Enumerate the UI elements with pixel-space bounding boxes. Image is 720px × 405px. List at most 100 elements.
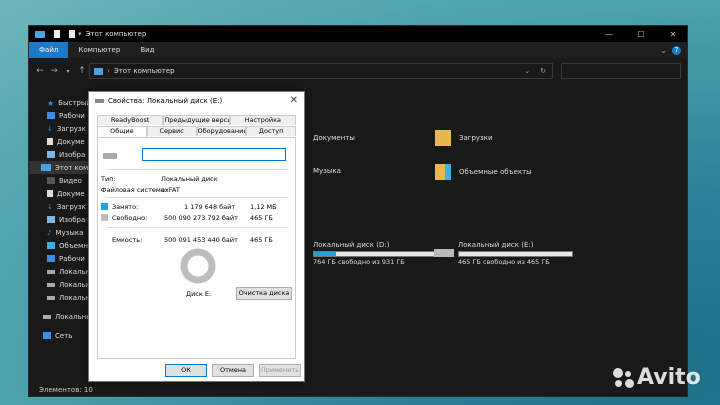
address-dropdown-icon[interactable]: ⌄ xyxy=(524,67,530,75)
drive-icon xyxy=(95,99,104,103)
tab-file[interactable]: Файл xyxy=(29,42,69,58)
folder-downloads[interactable]: Загрузки xyxy=(435,130,493,146)
tab-hardware[interactable]: Оборудование xyxy=(196,126,247,136)
desktop-icon xyxy=(47,255,55,262)
tab-computer[interactable]: Компьютер xyxy=(68,42,130,58)
sidebar-item-quick-access[interactable]: ★ Быстрый xyxy=(29,96,89,109)
drive-usage-fill xyxy=(314,252,336,256)
help-icon[interactable]: ? xyxy=(672,45,681,55)
folder-icon[interactable] xyxy=(69,30,75,38)
status-bar: Элементов: 10 xyxy=(29,382,687,396)
document-icon xyxy=(47,190,53,197)
sidebar-item-pictures-2[interactable]: Изобра xyxy=(29,213,89,226)
sidebar-item-local-disk-d[interactable]: Локальн xyxy=(29,278,89,291)
close-button[interactable]: ✕ xyxy=(657,26,687,42)
drive-icon xyxy=(43,314,51,319)
ok-button[interactable]: ОК xyxy=(165,364,207,377)
computer-icon xyxy=(94,67,103,75)
free-size: 465 ГБ xyxy=(250,214,273,222)
up-arrow-icon[interactable]: ↑ xyxy=(75,66,89,76)
tab-readyboost[interactable]: ReadyBoost xyxy=(97,115,164,125)
used-color-swatch xyxy=(101,203,108,210)
cancel-button[interactable]: Отмена xyxy=(212,364,254,377)
drive-d[interactable]: Локальный диск (D:) 764 ГБ свободно из 9… xyxy=(313,241,437,266)
type-value: Локальный диск xyxy=(161,175,218,183)
disk-label: Диск E: xyxy=(186,290,212,298)
desktop-icon xyxy=(47,112,55,119)
refresh-icon[interactable]: ↻ xyxy=(540,67,546,75)
recent-dropdown-icon[interactable]: ▾ xyxy=(61,68,75,75)
sidebar-item-pictures[interactable]: Изобра xyxy=(29,148,89,161)
sidebar-item-documents[interactable]: Докуме xyxy=(29,135,89,148)
sidebar-item-local-disk-e[interactable]: Локальн xyxy=(29,291,89,304)
sidebar-item-music[interactable]: ♪ Музыка xyxy=(29,226,89,239)
tab-general[interactable]: Общие xyxy=(97,126,147,137)
used-bytes: 1 179 648 байт xyxy=(184,203,236,211)
volume-name-input[interactable] xyxy=(142,148,286,161)
music-icon: ♪ xyxy=(47,229,52,237)
drive-usage-bar xyxy=(458,251,573,257)
folder-music[interactable]: Музыка xyxy=(313,167,341,175)
folder-documents[interactable]: Документы xyxy=(313,134,355,142)
star-icon: ★ xyxy=(47,99,55,108)
address-bar[interactable]: › Этот компьютер ⌄ ↻ xyxy=(89,63,553,79)
breadcrumb-chevron-icon: › xyxy=(107,67,110,75)
dialog-title: Свойства: Локальный диск (E:) xyxy=(108,97,223,105)
filesystem-value: exFAT xyxy=(161,186,180,194)
computer-icon xyxy=(35,30,45,38)
search-input[interactable] xyxy=(561,63,681,79)
drive-name: Локальный диск (E:) xyxy=(458,241,534,249)
tab-tools[interactable]: Сервис xyxy=(146,126,197,136)
pictures-icon xyxy=(47,216,55,223)
maximize-button[interactable]: ☐ xyxy=(625,26,657,42)
navigation-bar: ← → ▾ ↑ › Этот компьютер ⌄ ↻ xyxy=(29,58,687,84)
drive-usage-bar xyxy=(313,251,437,257)
minimize-button[interactable]: — xyxy=(593,26,625,42)
breadcrumb[interactable]: Этот компьютер xyxy=(114,67,175,75)
sidebar-item-downloads[interactable]: ↓ Загрузк xyxy=(29,122,89,135)
quick-access-dropdown-icon[interactable]: ▾ xyxy=(78,30,82,38)
sidebar-item-network[interactable]: Сеть xyxy=(29,329,89,342)
tab-sharing[interactable]: Доступ xyxy=(246,126,296,136)
apply-button[interactable]: Применить xyxy=(259,364,301,377)
content-area: Документы Загрузки Музыка Объемные объек… xyxy=(299,84,687,380)
forward-arrow-icon[interactable]: → xyxy=(47,66,61,76)
download-icon: ↓ xyxy=(47,125,53,133)
cube-icon xyxy=(47,242,55,249)
folder-3d-objects[interactable]: Объемные объекты xyxy=(435,164,532,180)
free-bytes: 500 090 273 792 байт xyxy=(164,214,238,222)
properties-dialog: Свойства: Локальный диск (E:) ✕ ReadyBoo… xyxy=(88,91,305,382)
back-arrow-icon[interactable]: ← xyxy=(33,66,47,76)
capacity-size: 465 ГБ xyxy=(250,236,273,244)
download-icon: ↓ xyxy=(47,203,53,211)
capacity-label: Емкость: xyxy=(112,236,143,244)
sidebar-item-desktop[interactable]: Рабочи xyxy=(29,109,89,122)
document-icon xyxy=(47,138,53,145)
drive-free-space: 764 ГБ свободно из 931 ГБ xyxy=(313,258,405,266)
sidebar-item-downloads-2[interactable]: ↓ Загрузк xyxy=(29,200,89,213)
sidebar-item-local-disk-c[interactable]: Локальн xyxy=(29,265,89,278)
tab-previous-versions[interactable]: Предыдущие версии xyxy=(163,115,230,125)
tab-row-top: ReadyBoost Предыдущие версии Настройка xyxy=(97,115,296,125)
sidebar-item-3d-objects[interactable]: Объемн xyxy=(29,239,89,252)
sidebar-item-desktop-2[interactable]: Рабочи xyxy=(29,252,89,265)
drive-name: Локальный диск (D:) xyxy=(313,241,390,249)
sidebar-item-local-disk[interactable]: Локальный xyxy=(29,310,89,323)
capacity-bytes: 500 091 453 440 байт xyxy=(164,236,238,244)
tab-quota[interactable]: Настройка xyxy=(229,115,296,125)
drive-icon xyxy=(103,153,117,159)
ring-free-segment xyxy=(180,248,216,284)
sidebar-item-documents-2[interactable]: Докуме xyxy=(29,187,89,200)
tab-view[interactable]: Вид xyxy=(130,42,164,58)
properties-icon[interactable] xyxy=(54,30,60,38)
close-icon[interactable]: ✕ xyxy=(290,95,298,106)
drive-e[interactable]: Локальный диск (E:) 465 ГБ свободно из 4… xyxy=(434,241,574,266)
3d-objects-folder-icon xyxy=(435,164,451,180)
sidebar-item-video[interactable]: Видео xyxy=(29,174,89,187)
disk-usage-ring xyxy=(180,248,216,284)
sidebar-item-this-pc[interactable]: Этот компьютер xyxy=(29,161,89,174)
avito-watermark: Avito xyxy=(612,365,701,390)
chevron-down-icon[interactable]: ⌄ xyxy=(660,46,667,55)
type-label: Тип: xyxy=(101,175,116,183)
disk-cleanup-button[interactable]: Очистка диска xyxy=(236,287,292,300)
